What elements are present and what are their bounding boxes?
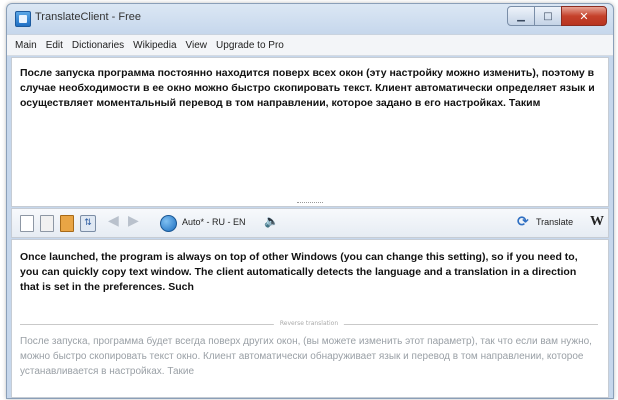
wikipedia-icon[interactable]: W <box>590 214 604 232</box>
swap-icon[interactable]: ⇅ <box>80 215 96 232</box>
forward-arrow-icon[interactable]: ▶ <box>128 213 139 231</box>
reverse-translation-text: После запуска, программа будет всегда по… <box>20 336 592 377</box>
menu-upgrade[interactable]: Upgrade to Pro <box>216 40 284 51</box>
menu-bar: Main Edit Dictionaries Wikipedia View Up… <box>7 34 613 56</box>
refresh-icon[interactable]: ⟳ <box>517 214 529 232</box>
source-text[interactable]: После запуска программа постоянно находи… <box>20 66 598 111</box>
new-document-icon[interactable] <box>20 215 34 232</box>
title-bar[interactable]: TranslateClient - Free ▁ □ ✕ <box>7 4 613 32</box>
minimize-button[interactable]: ▁ <box>507 6 535 26</box>
toolbar: ⇅ ◀ ▶ Auto* - RU - EN 🔈 ⟳ Translate W <box>11 208 609 238</box>
close-button[interactable]: ✕ <box>561 6 607 26</box>
translation-text[interactable]: Once launched, the program is always on … <box>20 250 598 295</box>
result-divider: Reverse translation <box>20 320 598 327</box>
menu-view[interactable]: View <box>186 40 208 51</box>
menu-main[interactable]: Main <box>15 40 37 51</box>
window-controls: ▁ □ ✕ <box>507 6 607 26</box>
window-title: TranslateClient - Free <box>35 11 141 23</box>
app-window: TranslateClient - Free ▁ □ ✕ Main Edit D… <box>6 3 614 399</box>
menu-edit[interactable]: Edit <box>46 40 63 51</box>
language-pair-selector[interactable]: Auto* - RU - EN <box>182 217 246 235</box>
copy-icon[interactable] <box>40 215 54 232</box>
menu-wikipedia[interactable]: Wikipedia <box>133 40 176 51</box>
back-arrow-icon[interactable]: ◀ <box>108 213 119 231</box>
translate-button[interactable]: Translate <box>536 217 573 235</box>
speaker-icon[interactable]: 🔈 <box>264 214 279 232</box>
result-text-area[interactable]: Once launched, the program is always on … <box>11 239 609 398</box>
maximize-button[interactable]: □ <box>534 6 562 26</box>
source-text-area[interactable]: После запуска программа постоянно находи… <box>11 57 609 209</box>
divider-label: Reverse translation <box>273 320 345 327</box>
globe-icon[interactable] <box>160 215 177 232</box>
app-icon <box>15 11 31 27</box>
menu-dictionaries[interactable]: Dictionaries <box>72 40 124 51</box>
paste-icon[interactable] <box>60 215 74 232</box>
